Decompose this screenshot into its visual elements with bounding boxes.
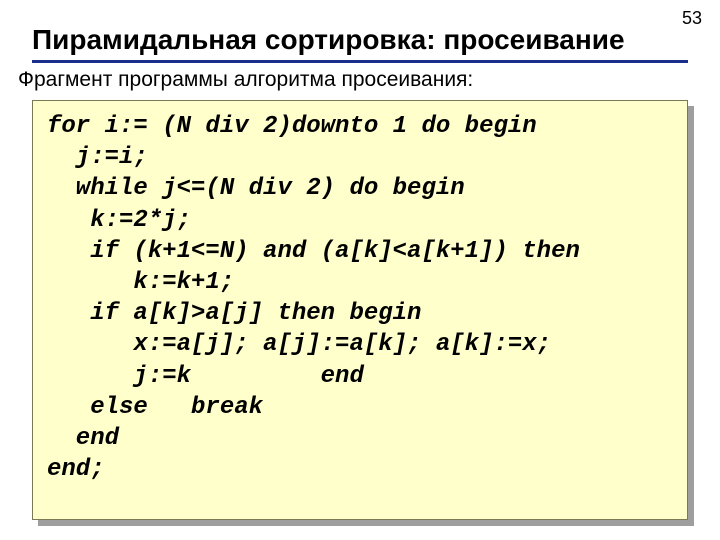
code-container: for i:= (N div 2)downto 1 do begin j:=i;… [32, 100, 688, 520]
title-underline [32, 60, 688, 63]
slide: 53 Пирамидальная сортировка: просеивание… [0, 0, 720, 540]
code-block: for i:= (N div 2)downto 1 do begin j:=i;… [32, 100, 688, 520]
slide-subtitle: Фрагмент программы алгоритма просеивания… [18, 68, 473, 92]
slide-title: Пирамидальная сортировка: просеивание [32, 24, 688, 60]
